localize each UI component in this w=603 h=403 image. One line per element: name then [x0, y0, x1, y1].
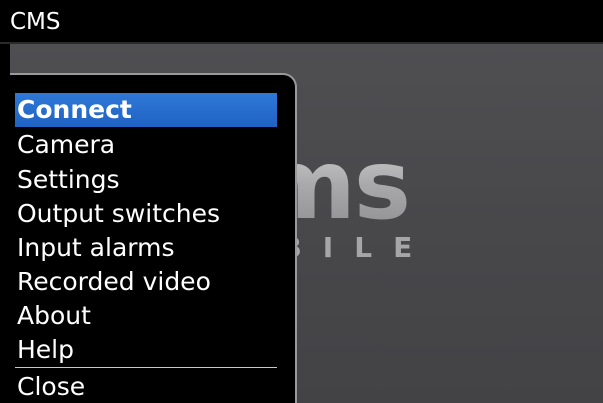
menu-item-help[interactable]: Help [15, 333, 277, 367]
context-menu: Connect Camera Settings Output switches … [10, 73, 297, 403]
menu-item-camera[interactable]: Camera [15, 128, 277, 162]
menu-item-input-alarms[interactable]: Input alarms [15, 231, 277, 265]
menu-item-settings[interactable]: Settings [15, 163, 277, 197]
menu-item-recorded-video[interactable]: Recorded video [15, 265, 277, 299]
app-title: CMS [10, 9, 61, 35]
menu-item-output-switches[interactable]: Output switches [15, 197, 277, 231]
device-screen: CMS cms MOBILE Connect Camera Settings O… [0, 0, 603, 403]
menu-separator [15, 367, 277, 368]
menu-item-close[interactable]: Close [15, 370, 277, 403]
menu-item-connect[interactable]: Connect [15, 93, 277, 127]
menu-item-about[interactable]: About [15, 299, 277, 333]
app-title-bar: CMS [0, 0, 603, 42]
